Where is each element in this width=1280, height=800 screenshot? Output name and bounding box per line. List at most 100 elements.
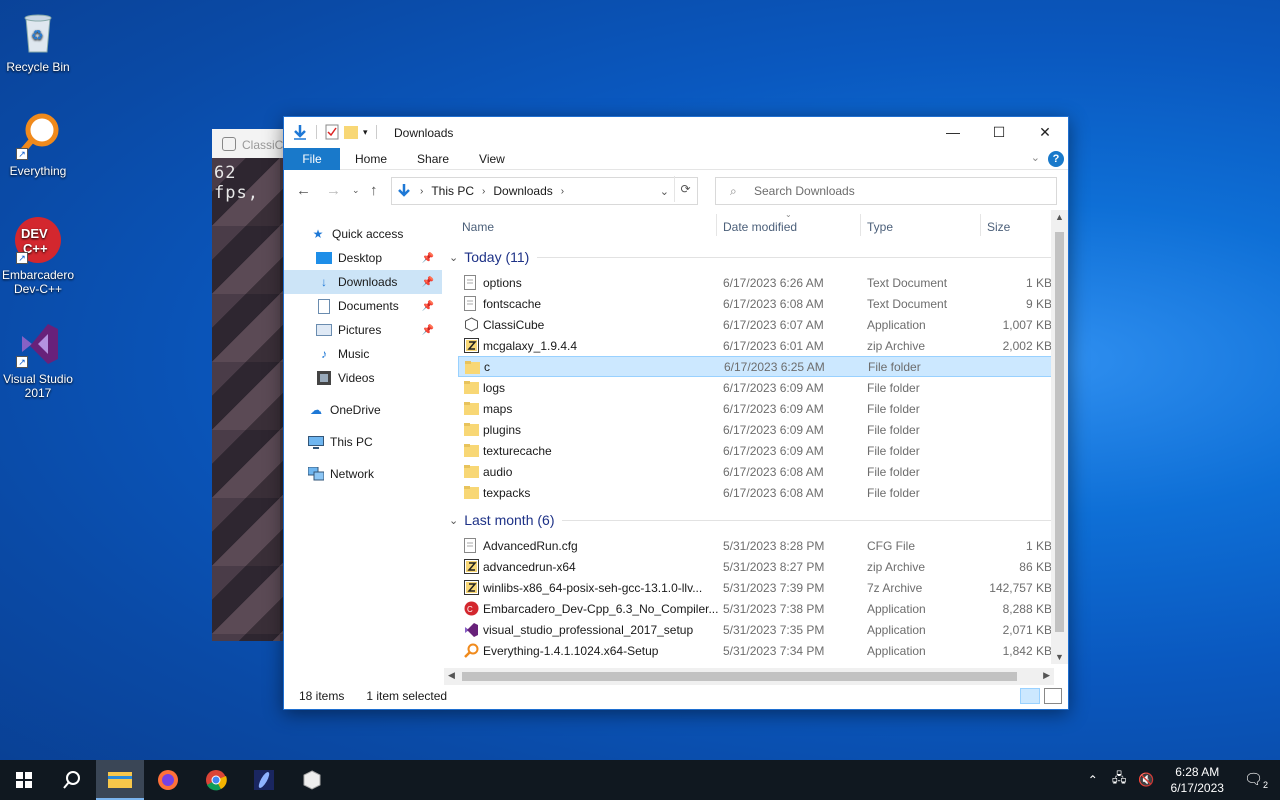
scroll-down-icon[interactable]: ▼ — [1055, 652, 1064, 662]
breadcrumb-separator[interactable]: › — [561, 186, 564, 197]
start-button[interactable] — [0, 760, 48, 800]
nav-item-onedrive[interactable]: ☁ OneDrive — [284, 398, 442, 422]
file-row[interactable]: C Embarcadero_Dev-Cpp_6.3_No_Compiler... 5… — [458, 598, 1052, 619]
file-row[interactable]: plugins 6/17/2023 6:09 AM File folder — [458, 419, 1052, 440]
desktop-icon-everything[interactable]: ↗ Everything — [0, 112, 76, 178]
nav-item-downloads[interactable]: ↓ Downloads 📌 — [284, 270, 442, 294]
tab-home[interactable]: Home — [340, 152, 402, 166]
file-row[interactable]: ClassiCube 6/17/2023 6:07 AM Application 1,… — [458, 314, 1052, 335]
column-header-name[interactable]: Name — [462, 220, 494, 234]
explorer-window[interactable]: ▾ Downloads — ☐ ✕ File Home Share View ⌄… — [283, 116, 1069, 710]
scroll-right-icon[interactable]: ▶ — [1043, 670, 1050, 681]
file-type: Application — [867, 643, 926, 658]
volume-muted-icon[interactable]: 🔇 — [1132, 772, 1160, 788]
game-viewport[interactable] — [212, 158, 292, 641]
galaxy-app-taskbar-button[interactable] — [240, 760, 288, 800]
nav-item-network[interactable]: Network — [284, 462, 442, 486]
file-explorer-taskbar-button[interactable] — [96, 760, 144, 800]
scroll-left-icon[interactable]: ◀ — [448, 670, 455, 681]
tab-view[interactable]: View — [464, 152, 520, 166]
file-row[interactable]: visual_studio_professional_2017_setup 5/3… — [458, 619, 1052, 640]
up-button[interactable]: ↑ — [370, 182, 378, 199]
file-row[interactable]: options 6/17/2023 6:26 AM Text Document 1 K… — [458, 272, 1052, 293]
file-name: advancedrun-x64 — [483, 559, 576, 574]
tab-share[interactable]: Share — [402, 152, 464, 166]
details-view-button[interactable] — [1020, 688, 1040, 704]
file-row[interactable]: AdvancedRun.cfg 5/31/2023 8:28 PM CFG File… — [458, 535, 1052, 556]
expand-ribbon-icon[interactable]: ⌄ — [1031, 151, 1040, 164]
breadcrumb-separator[interactable]: › — [482, 186, 485, 197]
scroll-thumb[interactable] — [462, 672, 1017, 681]
classicube-titlebar[interactable]: ClassiCu — [212, 129, 292, 158]
file-row[interactable]: texpacks 6/17/2023 6:08 AM File folder — [458, 482, 1052, 503]
nav-item-quick-access[interactable]: ★ Quick access — [284, 222, 442, 246]
file-row[interactable]: c 6/17/2023 6:25 AM File folder — [458, 356, 1052, 377]
maximize-button[interactable]: ☐ — [976, 117, 1022, 147]
column-header-size[interactable]: Size — [987, 220, 1010, 234]
tab-file[interactable]: File — [284, 147, 340, 170]
address-bar[interactable]: › This PC › Downloads › ⌄ — [391, 177, 698, 205]
customize-qat-icon[interactable]: ▾ — [363, 127, 368, 138]
nav-item-music[interactable]: ♪ Music — [284, 342, 442, 366]
nav-item-documents[interactable]: Documents 📌 — [284, 294, 442, 318]
nav-label: Network — [330, 467, 375, 481]
file-date: 6/17/2023 6:09 AM — [723, 422, 824, 437]
nav-item-desktop[interactable]: Desktop 📌 — [284, 246, 442, 270]
show-hidden-icons-icon[interactable]: ⌃ — [1080, 773, 1106, 787]
search-input[interactable]: ⌕ Search Downloads — [715, 177, 1057, 205]
file-row[interactable]: texturecache 6/17/2023 6:09 AM File folder — [458, 440, 1052, 461]
file-row[interactable]: advancedrun-x64 5/31/2023 8:27 PM zip Arch… — [458, 556, 1052, 577]
file-row[interactable]: Everything-1.4.1.1024.x64-Setup 5/31/2023… — [458, 640, 1052, 661]
vertical-scrollbar[interactable]: ▲ ▼ — [1051, 210, 1068, 664]
clock[interactable]: 6:28 AM 6/17/2023 — [1161, 764, 1234, 796]
column-header-date[interactable]: Date modified — [723, 220, 797, 234]
chrome-taskbar-button[interactable] — [192, 760, 240, 800]
desktop-icon-devcpp[interactable]: DEV C++ ↗ Embarcadero Dev-C++ — [0, 216, 76, 296]
file-row[interactable]: audio 6/17/2023 6:08 AM File folder — [458, 461, 1052, 482]
breadcrumb-downloads[interactable]: Downloads — [493, 184, 552, 198]
file-type: Application — [867, 622, 926, 637]
chevron-down-icon: ⌄ — [449, 514, 459, 527]
help-button[interactable]: ? — [1048, 151, 1064, 167]
minimize-button[interactable]: — — [930, 117, 976, 147]
scroll-up-icon[interactable]: ▲ — [1055, 212, 1064, 222]
column-header-type[interactable]: Type — [867, 220, 893, 234]
close-button[interactable]: ✕ — [1022, 117, 1068, 147]
refresh-button[interactable]: ⟳ — [674, 176, 696, 202]
file-row[interactable]: mcgalaxy_1.9.4.4 6/17/2023 6:01 AM zip Arc… — [458, 335, 1052, 356]
back-button[interactable]: ← — [296, 182, 311, 199]
everything-file-icon — [464, 643, 479, 658]
breadcrumb-separator[interactable]: › — [420, 186, 423, 197]
breadcrumb-this-pc[interactable]: This PC — [431, 184, 474, 198]
group-header-today[interactable]: ⌄ Today (11) — [449, 246, 1053, 268]
nav-item-this-pc[interactable]: This PC — [284, 430, 442, 454]
address-dropdown-icon[interactable]: ⌄ — [660, 185, 669, 198]
firefox-taskbar-button[interactable] — [144, 760, 192, 800]
classicube-taskbar-button[interactable] — [288, 760, 336, 800]
file-row[interactable]: winlibs-x86_64-posix-seh-gcc-13.1.0-llv.… — [458, 577, 1052, 598]
title-bar[interactable]: ▾ Downloads — ☐ ✕ — [284, 117, 1068, 148]
videos-icon — [316, 370, 332, 386]
search-taskbar-button[interactable] — [48, 760, 96, 800]
nav-item-videos[interactable]: Videos — [284, 366, 442, 390]
large-icons-view-button[interactable] — [1044, 688, 1062, 704]
properties-icon[interactable] — [325, 124, 339, 140]
scroll-thumb[interactable] — [1055, 232, 1064, 632]
file-row[interactable]: maps 6/17/2023 6:09 AM File folder — [458, 398, 1052, 419]
desktop-icon-recycle-bin[interactable]: ♻ Recycle Bin — [0, 8, 76, 74]
desktop-icon-visual-studio[interactable]: ↗ Visual Studio 2017 — [0, 320, 76, 400]
classicube-window[interactable]: ClassiCu 62 fps, — [212, 129, 292, 641]
forward-button[interactable]: → — [326, 182, 341, 199]
file-type: Text Document — [867, 275, 948, 290]
file-row[interactable]: logs 6/17/2023 6:09 AM File folder — [458, 377, 1052, 398]
vs-file-icon — [464, 622, 479, 637]
network-status-icon[interactable]: 🖧 — [1106, 769, 1133, 791]
notification-center-icon[interactable]: 🗨2 — [1234, 770, 1280, 790]
new-folder-icon[interactable] — [343, 124, 359, 140]
group-header-last-month[interactable]: ⌄ Last month (6) — [449, 509, 1053, 531]
nav-label: Music — [338, 347, 370, 361]
download-arrow-icon[interactable] — [292, 124, 308, 140]
recent-locations-icon[interactable]: ⌄ — [352, 185, 360, 196]
file-row[interactable]: fontscache 6/17/2023 6:08 AM Text Document… — [458, 293, 1052, 314]
nav-item-pictures[interactable]: Pictures 📌 — [284, 318, 442, 342]
